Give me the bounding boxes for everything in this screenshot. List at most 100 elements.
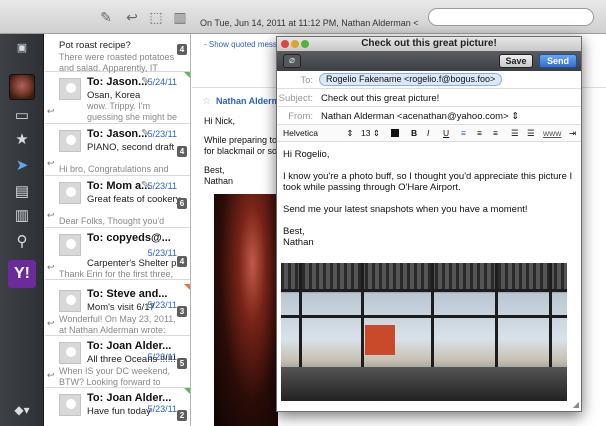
resize-handle-icon[interactable]: ◢ bbox=[573, 400, 579, 409]
reply-icon[interactable]: ↩ bbox=[122, 8, 142, 26]
format-bar: Helvetica ⇕ 13 ⇕ B I U ≡ ≡ ≡ ☰ ☰ www ⇥ bbox=[277, 125, 581, 142]
list-item[interactable]: Pot roast recipe? There were roasted pot… bbox=[45, 34, 190, 73]
search-folder-icon[interactable]: ⚲ bbox=[8, 230, 36, 254]
concert-photo bbox=[214, 194, 278, 426]
list-item[interactable]: ↩ To: Jason... ✎ 5/23/11 PIANO, second d… bbox=[45, 124, 190, 176]
message-snippet: There were roasted potatoes and salad. A… bbox=[59, 52, 175, 73]
flag-marker bbox=[184, 72, 190, 79]
message-date: 5/23/11 bbox=[147, 248, 177, 258]
replied-icon: ↩ bbox=[47, 318, 55, 328]
message-sender: To: Steve and... bbox=[87, 288, 168, 300]
search-input[interactable] bbox=[428, 8, 594, 26]
from-select[interactable]: Nathan Alderman <acenathan@yahoo.com> ⇕ bbox=[321, 111, 519, 122]
archive-icon[interactable]: ⬚ bbox=[146, 8, 166, 26]
mail-app-window: ✎ ↩ ⬚ ▥ ⚲ ▣ ▭ ★ ➤ ▤ ▥ ⚲ Y! ◆▾ Pot roast … bbox=[0, 0, 606, 426]
replied-icon: ↩ bbox=[47, 262, 55, 272]
message-sender: To: Jason... bbox=[87, 76, 148, 88]
body-signoff: Best, bbox=[283, 226, 305, 237]
subject-row: Subject: Check out this great picture! bbox=[277, 89, 581, 107]
save-button[interactable]: Save bbox=[499, 54, 533, 68]
thread-count-badge: 5 bbox=[177, 358, 187, 369]
contact-thumbnail bbox=[59, 182, 81, 204]
airport-photo bbox=[281, 263, 567, 401]
photo-floor bbox=[281, 367, 567, 401]
font-size-select[interactable]: 13 ⇕ bbox=[361, 128, 380, 139]
bullet-list-icon[interactable]: ☰ bbox=[511, 128, 519, 139]
list-item[interactable]: ↩ To: Mom a... ✎ 5/23/11 Great feats of … bbox=[45, 176, 190, 228]
list-item[interactable]: ↩ To: Joan Alder... 5/23/11 All three Oc… bbox=[45, 336, 190, 388]
message-sender: To: copyeds@... bbox=[87, 232, 171, 244]
message-sender: To: Jason... bbox=[87, 128, 148, 140]
bold-button[interactable]: B bbox=[411, 128, 417, 138]
inbox-icon[interactable]: ▭ bbox=[8, 104, 36, 128]
link-icon[interactable]: www bbox=[543, 128, 561, 138]
thread-count-badge: 2 bbox=[177, 410, 187, 421]
thread-count-badge: 4 bbox=[177, 44, 187, 55]
zoom-icon[interactable] bbox=[301, 40, 309, 48]
drafts-icon[interactable]: ▤ bbox=[8, 180, 36, 204]
message-snippet: Thank Erin for the first three, and the … bbox=[59, 269, 174, 279]
body-signature: Nathan bbox=[283, 237, 314, 248]
message-list[interactable]: Pot roast recipe? There were roasted pot… bbox=[45, 34, 191, 426]
number-list-icon[interactable]: ☰ bbox=[527, 128, 535, 139]
contact-thumbnail bbox=[59, 234, 81, 256]
font-select[interactable]: Helvetica ⇕ bbox=[283, 128, 353, 139]
star-icon[interactable]: ★ bbox=[8, 128, 36, 152]
star-icon[interactable]: ☆ bbox=[202, 96, 211, 107]
body-line: Nathan bbox=[204, 176, 234, 186]
align-left-icon[interactable]: ≡ bbox=[461, 128, 466, 138]
list-item[interactable]: ↩ To: Jason... ✎ 5/24/11 Osan, Korea wow… bbox=[45, 72, 190, 124]
chevron-down-icon: ⇕ bbox=[372, 128, 380, 138]
avatar[interactable] bbox=[9, 74, 35, 100]
contact-thumbnail bbox=[59, 290, 81, 312]
thread-count-badge: 3 bbox=[177, 306, 187, 317]
subject-field[interactable]: Check out this great picture! bbox=[321, 93, 439, 104]
to-row: To: Rogelio Fakename <rogelio.f@bogus.fo… bbox=[277, 71, 581, 89]
message-date: 5/23/11 bbox=[147, 129, 177, 139]
flag-marker bbox=[184, 388, 190, 395]
message-subject: Carpenter's Shelter pho... bbox=[87, 258, 181, 269]
compose-window: Check out this great picture! ⌀ Save Sen… bbox=[276, 36, 582, 412]
tag-icon[interactable]: ◆▾ bbox=[8, 398, 36, 422]
body-line: While preparing to bbox=[204, 135, 278, 145]
sidebar: ▣ ▭ ★ ➤ ▤ ▥ ⚲ Y! ◆▾ bbox=[0, 34, 44, 426]
photo-ceiling bbox=[281, 263, 567, 289]
list-item[interactable]: To: Joan Alder... 5/23/11 Have fun today… bbox=[45, 388, 190, 426]
align-center-icon[interactable]: ≡ bbox=[477, 128, 482, 138]
compose-body[interactable]: Hi Rogelio, I know you're a photo buff, … bbox=[283, 149, 575, 248]
italic-button[interactable]: I bbox=[427, 128, 429, 138]
account-switcher-icon[interactable]: ▣ bbox=[8, 36, 36, 60]
body-paragraph: I know you're a photo buff, so I thought… bbox=[283, 171, 573, 193]
trash-folder-icon[interactable]: ▥ bbox=[8, 204, 36, 228]
indent-icon[interactable]: ⇥ bbox=[569, 128, 576, 139]
message-sender: To: Joan Alder... bbox=[87, 340, 172, 352]
replied-icon: ↩ bbox=[47, 370, 55, 380]
thread-count-badge: 6 bbox=[177, 198, 187, 209]
text-color-swatch[interactable] bbox=[391, 129, 399, 137]
replied-icon: ↩ bbox=[47, 210, 55, 220]
message-subject: Pot roast recipe? bbox=[59, 40, 131, 51]
trash-icon[interactable]: ▥ bbox=[170, 8, 190, 26]
contact-thumbnail bbox=[59, 394, 81, 416]
align-right-icon[interactable]: ≡ bbox=[493, 128, 498, 138]
message-snippet: When IS your DC weekend, BTW? Looking fo… bbox=[59, 366, 171, 387]
attach-icon[interactable]: ⌀ bbox=[283, 54, 301, 68]
body-line: for blackmail or so bbox=[204, 146, 278, 156]
close-icon[interactable] bbox=[281, 40, 289, 48]
message-snippet: wow. Trippy. I'm guessing she might be f… bbox=[87, 101, 178, 122]
flag-marker bbox=[184, 284, 190, 291]
chevron-down-icon: ⇕ bbox=[346, 128, 354, 138]
photo-frame bbox=[281, 315, 567, 318]
minimize-icon[interactable] bbox=[291, 40, 299, 48]
to-recipient[interactable]: Rogelio Fakename <rogelio.f@bogus.foo> bbox=[319, 73, 503, 86]
thread-count-badge: 4 bbox=[177, 146, 187, 157]
send-button[interactable]: Send bbox=[539, 54, 577, 68]
list-item[interactable]: ↩ To: copyeds@... 5/23/11 Carpenter's Sh… bbox=[45, 228, 190, 280]
yahoo-icon[interactable]: Y! bbox=[8, 260, 36, 288]
sent-icon[interactable]: ➤ bbox=[8, 154, 36, 178]
message-sender: To: Joan Alder... bbox=[87, 392, 172, 404]
underline-button[interactable]: U bbox=[443, 128, 449, 138]
list-item[interactable]: ↩ To: Steve and... 5/23/11 Mom's visit 6… bbox=[45, 284, 190, 336]
subject-label: Subject: bbox=[278, 93, 313, 104]
compose-icon[interactable]: ✎ bbox=[96, 8, 116, 26]
